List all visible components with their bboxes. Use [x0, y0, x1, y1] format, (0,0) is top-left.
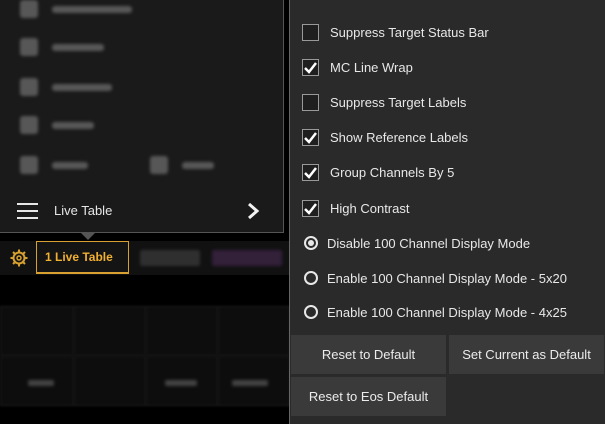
set-current-as-default-button[interactable]: Set Current as Default — [448, 334, 605, 375]
menu-item-text — [52, 5, 132, 13]
option-label: MC Line Wrap — [330, 59, 413, 75]
menu-item-icon — [150, 156, 168, 174]
grid-cell — [74, 306, 146, 356]
tab-bar: 1 Live Table — [0, 241, 290, 275]
menu-item-icon — [20, 116, 38, 134]
reset-to-default-button[interactable]: Reset to Default — [290, 334, 447, 375]
menu-item-blurred[interactable] — [20, 0, 132, 18]
checkbox[interactable] — [302, 23, 319, 41]
option-label: Suppress Target Status Bar — [330, 24, 489, 40]
menu-item-icon — [20, 0, 38, 18]
checkbox[interactable] — [302, 199, 319, 217]
menu-item-text — [52, 161, 88, 169]
tab-live-table-label: 1 Live Table — [45, 250, 113, 264]
menu-item-blurred[interactable] — [20, 116, 94, 134]
menu-item-blurred[interactable] — [150, 156, 214, 174]
option-mc-line-wrap[interactable]: MC Line Wrap — [302, 55, 413, 79]
checkbox[interactable] — [302, 163, 319, 181]
tab-live-table[interactable]: 1 Live Table — [36, 241, 129, 274]
radio-button[interactable] — [304, 271, 318, 285]
radio-button[interactable] — [304, 305, 318, 319]
reset-to-eos-default-button[interactable]: Reset to Eos Default — [290, 376, 447, 417]
live-table-label: Live Table — [54, 203, 113, 218]
menu-item-blurred[interactable] — [20, 38, 104, 56]
menu-item-live-table[interactable]: Live Table — [0, 192, 283, 232]
option-label: Suppress Target Labels — [330, 94, 467, 110]
menu-panel: Live Table — [0, 0, 284, 233]
option-high-contrast[interactable]: High Contrast — [302, 196, 409, 220]
menu-item-icon — [20, 78, 38, 96]
menu-item-icon — [20, 156, 38, 174]
radio-selected-dot — [308, 240, 314, 246]
menu-item-blurred[interactable] — [20, 78, 112, 96]
checkmark-icon — [304, 131, 317, 144]
option-label: Enable 100 Channel Display Mode - 4x25 — [327, 304, 567, 320]
tab-blurred[interactable] — [140, 250, 200, 266]
option-show-reference-labels[interactable]: Show Reference Labels — [302, 125, 468, 149]
gear-icon[interactable] — [10, 249, 28, 267]
grid-label — [232, 380, 268, 386]
menu-item-icon — [20, 38, 38, 56]
checkmark-icon — [304, 61, 317, 74]
option-label: Disable 100 Channel Display Mode — [327, 235, 531, 251]
option-disable-100-channel[interactable]: Disable 100 Channel Display Mode — [302, 231, 530, 255]
grid-cell — [0, 306, 74, 356]
menu-item-text — [52, 43, 104, 51]
option-group-channels-by-5[interactable]: Group Channels By 5 — [302, 160, 454, 184]
option-suppress-target-labels[interactable]: Suppress Target Labels — [302, 90, 466, 114]
checkmark-icon — [304, 166, 317, 179]
grid-label — [28, 380, 54, 386]
checkbox[interactable] — [302, 93, 319, 111]
menu-item-blurred[interactable] — [20, 156, 88, 174]
menu-item-text — [52, 121, 94, 129]
grid-cell — [218, 306, 290, 356]
option-enable-100-channel-4x25[interactable]: Enable 100 Channel Display Mode - 4x25 — [302, 300, 567, 324]
tab-blurred[interactable] — [212, 250, 282, 266]
menu-item-text — [52, 83, 112, 91]
option-label: Enable 100 Channel Display Mode - 5x20 — [327, 270, 567, 286]
checkbox[interactable] — [302, 128, 319, 146]
option-label: High Contrast — [330, 200, 410, 216]
grid-cell — [146, 306, 218, 356]
checkmark-icon — [304, 202, 317, 215]
grid-cell — [74, 356, 146, 406]
tab-pointer — [80, 232, 96, 240]
option-label: Group Channels By 5 — [330, 164, 455, 180]
option-label: Show Reference Labels — [330, 129, 469, 145]
option-enable-100-channel-5x20[interactable]: Enable 100 Channel Display Mode - 5x20 — [302, 266, 567, 290]
hamburger-icon[interactable] — [17, 203, 38, 219]
menu-item-text — [182, 161, 214, 169]
option-suppress-target-status-bar[interactable]: Suppress Target Status Bar — [302, 20, 489, 44]
chevron-right-icon[interactable] — [246, 201, 260, 221]
display-options-panel: Suppress Target Status Bar MC Line Wrap … — [289, 0, 605, 424]
checkbox[interactable] — [302, 58, 319, 76]
radio-button[interactable] — [304, 236, 318, 250]
grid-label — [165, 380, 197, 386]
